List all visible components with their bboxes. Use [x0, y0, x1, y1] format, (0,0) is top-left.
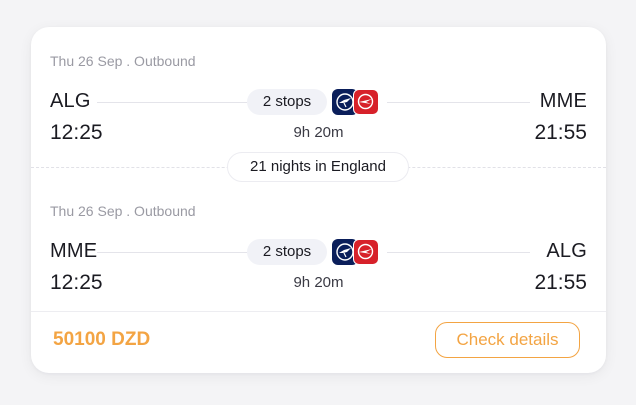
origin-airport-code: MME	[50, 240, 98, 262]
flight-duration: 9h 20m	[293, 124, 344, 141]
check-details-button[interactable]: Check details	[435, 322, 580, 358]
stops-badge: 2 stops	[247, 239, 327, 265]
footer-divider	[31, 311, 606, 312]
air-algerie-logo-icon	[353, 239, 379, 265]
outbound-leg: Thu 26 Sep . Outbound ALG 2 stops MME 12…	[31, 37, 606, 157]
air-algerie-logo-icon	[353, 89, 379, 115]
destination-airport-code: ALG	[546, 240, 587, 262]
arrival-time: 21:55	[534, 121, 587, 144]
stops-badge: 2 stops	[247, 89, 327, 115]
origin-airport-code: ALG	[50, 90, 91, 112]
flight-card[interactable]: Thu 26 Sep . Outbound ALG 2 stops MME 12…	[31, 27, 606, 373]
leg-date: Thu 26 Sep . Outbound	[50, 53, 196, 69]
page-background: Thu 26 Sep . Outbound ALG 2 stops MME 12…	[0, 0, 636, 405]
total-price: 50100 DZD	[53, 329, 151, 350]
arrival-time: 21:55	[534, 271, 587, 294]
route-line	[97, 102, 247, 103]
route-line	[97, 252, 247, 253]
return-leg: Thu 26 Sep . Outbound MME 2 stops ALG 12…	[31, 187, 606, 307]
flight-duration: 9h 20m	[293, 274, 344, 291]
destination-airport-code: MME	[539, 90, 587, 112]
route-line	[387, 252, 530, 253]
leg-date: Thu 26 Sep . Outbound	[50, 203, 196, 219]
stay-duration-badge: 21 nights in England	[227, 152, 409, 182]
route-line	[387, 102, 530, 103]
